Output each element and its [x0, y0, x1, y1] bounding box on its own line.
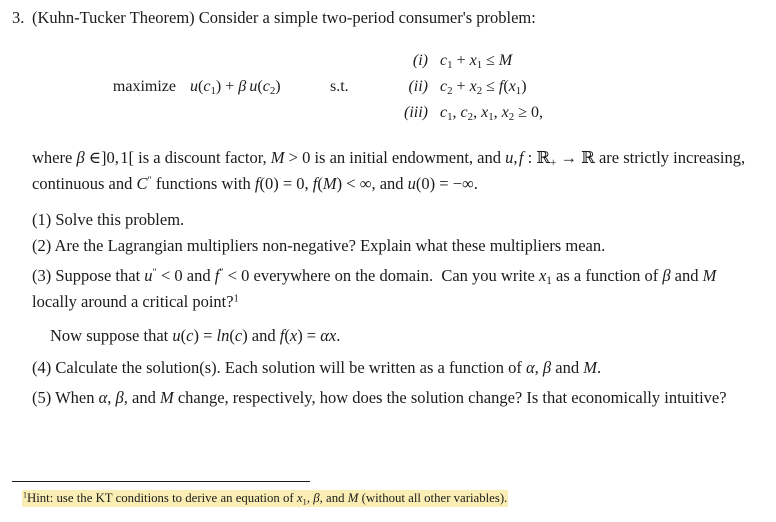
- problem-heading: 3. (Kuhn-Tucker Theorem) Consider a simpl…: [12, 5, 762, 31]
- subject-to-label: s.t.: [330, 78, 349, 95]
- constraint-label-ii: (ii): [408, 78, 428, 95]
- now-suppose-paragraph: Now suppose that u(c) = ln(c) and f(x) =…: [50, 326, 341, 345]
- question-item-2: (2) Are the Lagrangian multipliers non-n…: [32, 233, 748, 259]
- footnote: 1Hint: use the KT conditions to derive a…: [22, 489, 752, 507]
- objective-function: u(c1) + β u(c2): [190, 78, 281, 98]
- maximize-label: maximize: [112, 78, 176, 95]
- constraint-expression-iii: c1, c2, x1, x2 ≥ 0,: [440, 104, 543, 124]
- question-item-1: (1) Solve this problem.: [32, 207, 748, 233]
- problem-number: 3.: [12, 8, 25, 27]
- question-text-1: Solve this problem.: [55, 210, 185, 229]
- problem-heading-text: (Kuhn-Tucker Theorem) Consider a simple …: [32, 8, 536, 27]
- footnote-separator-rule: [12, 481, 310, 482]
- constraint-expression-i: c1 + x1 ≤ M: [440, 52, 513, 72]
- document-page: 3. (Kuhn-Tucker Theorem) Consider a simpl…: [0, 0, 776, 522]
- constraint-label-i: (i): [412, 52, 428, 69]
- question-label-2: (2): [32, 236, 52, 255]
- question-item-3: (3) Suppose that u″ < 0 and f″ < 0 every…: [32, 263, 748, 315]
- optimization-problem-block: (i) c1 + x1 ≤ M maximize u(c1) + β u(c2)…: [0, 48, 776, 126]
- constraint-expression-ii: c2 + x2 ≤ f(x1): [440, 78, 527, 98]
- question-item-4: (4) Calculate the solution(s). Each solu…: [32, 355, 748, 381]
- question-label-5: (5): [32, 388, 52, 407]
- constraint-label-iii: (iii): [404, 104, 428, 121]
- question-label-1: (1): [32, 210, 52, 229]
- question-text-4: Calculate the solution(s). Each solution…: [55, 358, 602, 377]
- footnote-lead: Hint:: [26, 491, 54, 505]
- footnote-highlighted-text: 1Hint: use the KT conditions to derive a…: [22, 490, 509, 507]
- math-row-constraint-i: (i) c1 + x1 ≤ M: [0, 48, 776, 74]
- question-text-2: Are the Lagrangian multipliers non-negat…: [54, 236, 606, 255]
- footnote-reference-mark: 1: [233, 293, 239, 305]
- where-clause-paragraph: where β ∈]0, 1[ is a discount factor, M …: [32, 148, 746, 193]
- question-text-3: Suppose that u″ < 0 and f″ < 0 everywher…: [32, 266, 717, 311]
- math-row-constraint-iii: (iii) c1, c2, x1, x2 ≥ 0,: [0, 100, 776, 126]
- question-label-3: (3): [32, 266, 52, 285]
- question-item-5: (5) When α, β, and M change, respectivel…: [32, 385, 748, 411]
- question-text-5: When α, β, and M change, respectively, h…: [55, 388, 727, 407]
- math-row-objective: maximize u(c1) + β u(c2) s.t. (ii) c2 + …: [0, 74, 776, 100]
- question-label-4: (4): [32, 358, 52, 377]
